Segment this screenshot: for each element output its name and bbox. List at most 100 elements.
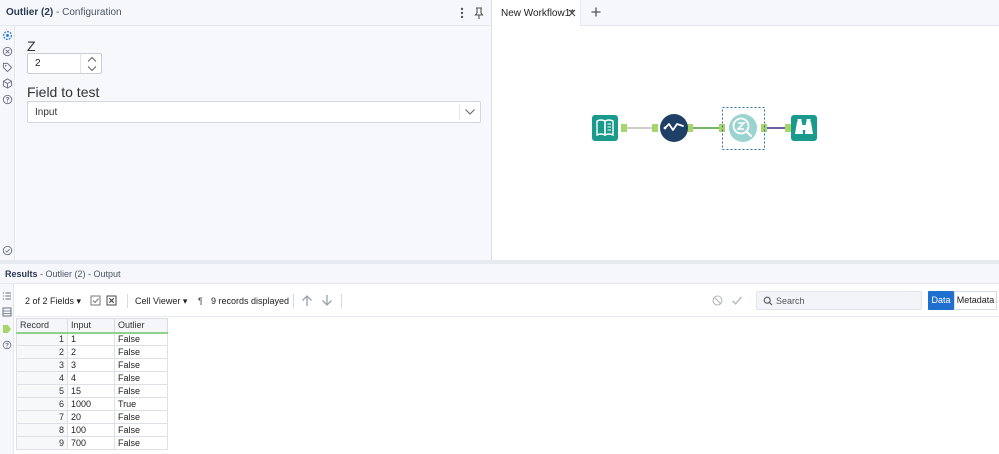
- column-header-outlier[interactable]: Outlier: [114, 318, 168, 334]
- config-tool-name: Outlier (2): [6, 7, 54, 18]
- chevron-down-icon[interactable]: [464, 108, 476, 116]
- results-table: Record Input Outlier 1 1 False 2 2 False 33F…: [16, 318, 168, 450]
- pin-icon[interactable]: [473, 5, 485, 21]
- more-options-icon[interactable]: [456, 5, 468, 21]
- results-title-main: Results: [5, 269, 38, 279]
- caret-down-icon: ▾: [182, 296, 188, 306]
- outlier-tool[interactable]: [722, 107, 765, 150]
- workflow-canvas[interactable]: [493, 26, 999, 260]
- table-row[interactable]: 7 20 False: [16, 410, 168, 424]
- data-cleansing-tool[interactable]: [660, 114, 688, 142]
- config-panel-body: Z 2 Field to test Input: [16, 26, 492, 260]
- search-placeholder: Search: [776, 296, 805, 306]
- add-tab-icon[interactable]: [590, 6, 602, 18]
- table-row[interactable]: 8 100 False: [16, 423, 168, 437]
- outlier-cell[interactable]: False: [114, 410, 168, 424]
- results-panel-header: Results - Outlier (2) - Output: [0, 264, 999, 284]
- connector-1[interactable]: [621, 124, 658, 132]
- config-title-suffix: - Configuration: [53, 7, 122, 18]
- cube-icon[interactable]: [2, 78, 13, 89]
- outlier-cell[interactable]: False: [114, 332, 168, 346]
- search-input[interactable]: Search: [756, 291, 922, 310]
- workflow-tab-bar: New Workflow1*: [493, 0, 999, 26]
- help-icon[interactable]: [2, 340, 13, 351]
- record-cell: 5: [16, 384, 68, 398]
- browse-tool[interactable]: [791, 115, 817, 141]
- config-panel-header: Outlier (2) - Configuration: [0, 0, 492, 26]
- input-cell[interactable]: 2: [67, 345, 115, 359]
- table-row[interactable]: 2 2 False: [16, 345, 168, 359]
- search-icon: [763, 296, 773, 306]
- help-icon[interactable]: [2, 94, 13, 105]
- gear-icon[interactable]: [2, 30, 13, 41]
- input-cell[interactable]: 700: [67, 436, 115, 450]
- z-value[interactable]: 2: [35, 58, 41, 69]
- z-stepper[interactable]: 2: [27, 53, 102, 74]
- data-output-icon[interactable]: [2, 324, 13, 335]
- toolbar-divider: [293, 294, 294, 308]
- outlier-cell[interactable]: True: [114, 397, 168, 411]
- arrow-up-icon[interactable]: [301, 294, 313, 307]
- results-grid: Record Input Outlier 1 1 False 2 2 False 33F…: [16, 318, 168, 450]
- outlier-cell[interactable]: False: [114, 384, 168, 398]
- data-view-button[interactable]: Data: [928, 291, 954, 310]
- select-divider: [459, 104, 460, 120]
- record-cell: 8: [16, 423, 68, 437]
- input-cell[interactable]: 1000: [67, 397, 115, 411]
- record-cell: 6: [16, 397, 68, 411]
- metadata-view-button[interactable]: Metadata: [954, 291, 997, 310]
- records-count: 9 records displayed: [211, 296, 290, 306]
- input-cell[interactable]: 1: [67, 332, 115, 346]
- fields-dropdown[interactable]: 2 of 2 Fields ▾: [25, 296, 81, 307]
- results-title: Results - Outlier (2) - Output: [5, 269, 121, 279]
- table-row[interactable]: 9 700 False: [16, 436, 168, 450]
- close-icon[interactable]: [568, 9, 576, 17]
- column-header-record[interactable]: Record: [16, 318, 68, 334]
- pilcrow-icon[interactable]: ¶: [198, 296, 203, 306]
- input-cell[interactable]: 3: [67, 358, 115, 372]
- z-label: Z: [27, 38, 36, 54]
- list-icon[interactable]: [2, 291, 13, 302]
- input-cell[interactable]: 20: [67, 410, 115, 424]
- z-spin-buttons: [80, 54, 102, 73]
- input-cell[interactable]: 15: [67, 384, 115, 398]
- table-header-row: Record Input Outlier: [16, 318, 168, 334]
- outlier-cell[interactable]: False: [114, 358, 168, 372]
- input-cell[interactable]: 100: [67, 423, 115, 437]
- cancel-icon[interactable]: [712, 295, 723, 306]
- table-row[interactable]: 1 1 False: [16, 332, 168, 346]
- record-cell: 1: [16, 332, 68, 346]
- toolbar-divider: [127, 294, 128, 308]
- input-data-tool[interactable]: [592, 115, 618, 141]
- connector-2[interactable]: [687, 124, 725, 132]
- connection-icon[interactable]: [2, 46, 13, 57]
- check-icon[interactable]: [731, 295, 743, 306]
- deselect-icon[interactable]: [106, 295, 117, 306]
- outlier-cell[interactable]: False: [114, 371, 168, 385]
- column-header-input[interactable]: Input: [67, 318, 115, 334]
- connector-3[interactable]: [761, 124, 791, 132]
- tag-icon[interactable]: [2, 62, 13, 73]
- chevron-up-icon[interactable]: [86, 56, 98, 63]
- arrow-down-icon[interactable]: [321, 294, 333, 307]
- input-cell[interactable]: 4: [67, 371, 115, 385]
- check-circle-icon[interactable]: [2, 245, 13, 256]
- record-cell: 9: [16, 436, 68, 450]
- table-row[interactable]: 4 4 False: [16, 371, 168, 385]
- caret-down-icon: ▾: [76, 296, 82, 306]
- outlier-cell[interactable]: False: [114, 345, 168, 359]
- outlier-cell[interactable]: False: [114, 423, 168, 437]
- config-side-rail: [0, 26, 15, 260]
- cell-viewer-dropdown[interactable]: Cell Viewer ▾: [135, 296, 187, 307]
- config-title: Outlier (2) - Configuration: [6, 7, 122, 18]
- chevron-down-icon[interactable]: [86, 65, 98, 72]
- table-row[interactable]: 5 15 False: [16, 384, 168, 398]
- table-row[interactable]: 6 1000 True: [16, 397, 168, 411]
- results-toolbar: 2 of 2 Fields ▾ Cell Viewer ▾ ¶ 9 record…: [15, 285, 999, 317]
- workflow-tab[interactable]: New Workflow1*: [493, 0, 581, 26]
- checkbox-icon[interactable]: [90, 295, 101, 306]
- outlier-cell[interactable]: False: [114, 436, 168, 450]
- table-icon[interactable]: [2, 307, 13, 318]
- field-to-test-select[interactable]: Input: [27, 101, 481, 123]
- table-row[interactable]: 3 3 False: [16, 358, 168, 372]
